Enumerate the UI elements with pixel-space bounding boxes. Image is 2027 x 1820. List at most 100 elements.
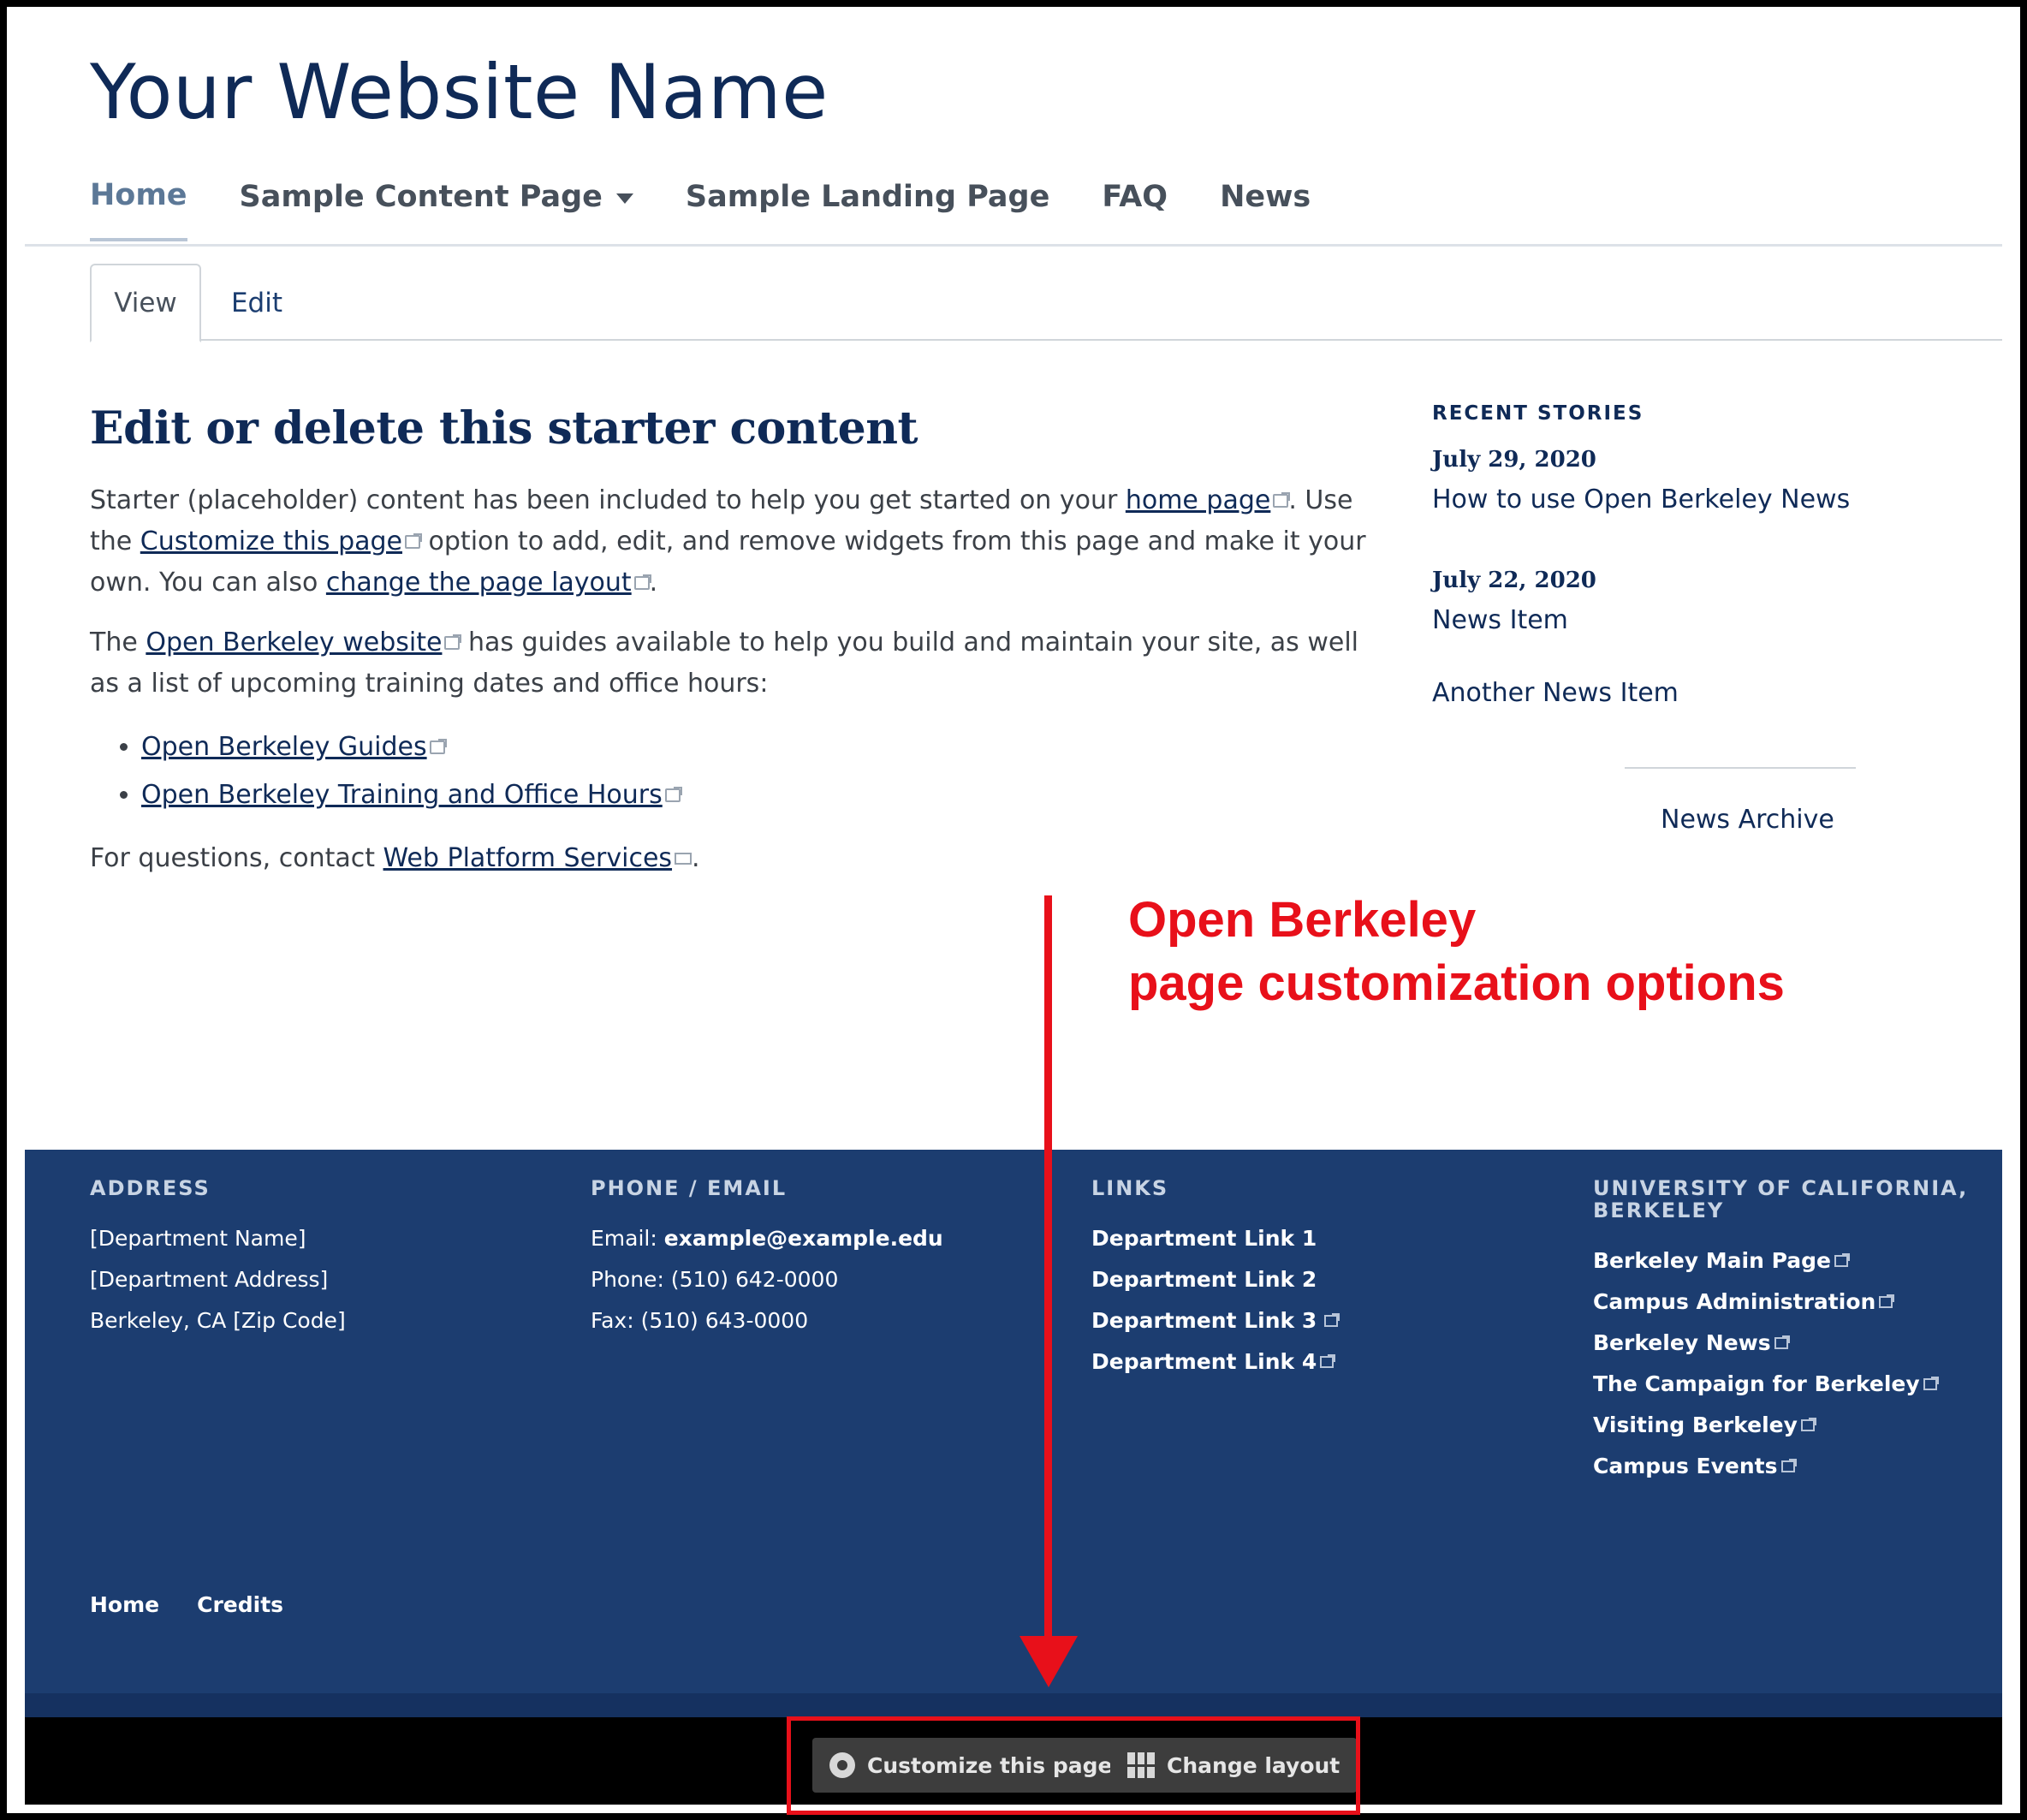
annotation-callout: Open Berkeley page customization options	[1128, 889, 1785, 1015]
story-date: July 22, 2020	[1432, 568, 1596, 593]
nav-item-news[interactable]: News	[1220, 178, 1311, 241]
nav-label: Sample Content Page	[239, 180, 603, 214]
intro-paragraph: Starter (placeholder) content has been i…	[90, 480, 1374, 604]
open-berkeley-guides-link[interactable]: Open Berkeley Guides	[141, 732, 427, 762]
content-heading: Edit or delete this starter content	[90, 402, 918, 455]
address-line: [Department Name]	[90, 1226, 306, 1251]
story-link[interactable]: How to use Open Berkeley News	[1432, 485, 1877, 514]
department-link-4[interactable]: Department Link 4	[1091, 1349, 1317, 1374]
fax-line: Fax: (510) 643-0000	[591, 1308, 809, 1333]
ucb-link-row: Campus Administration	[1593, 1282, 1968, 1323]
contact-paragraph: For questions, contact Web Platform Serv…	[90, 838, 1374, 879]
nav-item-sample-content-page[interactable]: Sample Content Page	[240, 178, 633, 241]
sidebar-heading: RECENT STORIES	[1432, 402, 1644, 425]
list-item: Open Berkeley Training and Office Hours	[141, 771, 1374, 819]
footer-bottom-links: Home Credits	[90, 1585, 283, 1626]
customize-this-page-link[interactable]: Customize this page	[140, 526, 402, 556]
main-nav: Home Sample Content Page Sample Landing …	[90, 178, 1363, 241]
annotation-highlight-box	[787, 1716, 1360, 1815]
footer-heading: PHONE / EMAIL	[591, 1176, 788, 1200]
change-page-layout-link[interactable]: change the page layout	[326, 568, 632, 598]
ucb-link-row: Berkeley Main Page	[1593, 1240, 1968, 1282]
campaign-for-berkeley-link[interactable]: The Campaign for Berkeley	[1593, 1371, 1920, 1396]
story-link[interactable]: News Item	[1432, 605, 1877, 635]
footer-heading: ADDRESS	[90, 1176, 211, 1200]
external-link-icon	[1834, 1253, 1850, 1267]
ucb-link-row: The Campaign for Berkeley	[1593, 1364, 1968, 1405]
visiting-berkeley-link[interactable]: Visiting Berkeley	[1593, 1413, 1798, 1437]
text: .	[692, 843, 700, 873]
external-link-icon	[1324, 1313, 1340, 1327]
page-tabs: View Edit	[90, 264, 2002, 342]
nav-label: FAQ	[1102, 180, 1168, 214]
news-archive-link[interactable]: News Archive	[1661, 805, 1834, 835]
tab-edit[interactable]: Edit	[218, 264, 295, 342]
footer-home-link[interactable]: Home	[90, 1585, 159, 1626]
footer-heading: UNIVERSITY OF CALIFORNIA, BERKELEY	[1593, 1177, 1968, 1222]
web-platform-services-link[interactable]: Web Platform Services	[383, 843, 673, 873]
text: Starter (placeholder) content has been i…	[90, 485, 1126, 515]
footer-address: ADDRESS [Department Name] [Department Ad…	[90, 1177, 346, 1341]
footer-ucb: UNIVERSITY OF CALIFORNIA, BERKELEY Berkel…	[1593, 1177, 1968, 1487]
footer-links: LINKS Department Link 1 Department Link …	[1091, 1176, 1340, 1383]
external-link-icon	[1774, 1335, 1790, 1349]
address-line: [Department Address]	[90, 1267, 329, 1292]
campus-administration-link[interactable]: Campus Administration	[1593, 1289, 1875, 1314]
footer-bottom-strip	[25, 1693, 2002, 1717]
external-link-icon	[1320, 1354, 1336, 1368]
footer-credits-link[interactable]: Credits	[197, 1585, 283, 1626]
ucb-link-row: Berkeley News	[1593, 1323, 1968, 1364]
ucb-link-row: Visiting Berkeley	[1593, 1405, 1968, 1446]
heading-line: BERKELEY	[1593, 1198, 1725, 1222]
sidebar-divider	[1625, 767, 1856, 769]
story-item: July 22, 2020 News Item	[1432, 568, 1877, 635]
nav-item-home[interactable]: Home	[90, 178, 187, 241]
resource-list: Open Berkeley Guides Open Berkeley Train…	[141, 723, 1374, 819]
annotation-arrow	[1044, 895, 1052, 1640]
external-link-icon	[444, 634, 462, 650]
nav-label: News	[1220, 180, 1311, 214]
home-page-link[interactable]: home page	[1126, 485, 1271, 515]
campus-events-link[interactable]: Campus Events	[1593, 1454, 1778, 1478]
department-link-2[interactable]: Department Link 2	[1091, 1259, 1338, 1300]
email-line: Email: example@example.edu	[591, 1218, 943, 1259]
recent-stories-sidebar: RECENT STORIES July 29, 2020 How to use …	[1432, 402, 1877, 835]
nav-item-sample-landing-page[interactable]: Sample Landing Page	[686, 178, 1049, 241]
external-link-icon	[1800, 1418, 1816, 1431]
nav-label: Home	[90, 178, 187, 212]
text: For questions, contact	[90, 843, 383, 873]
caret-down-icon	[615, 193, 633, 204]
story-item: Another News Item	[1432, 678, 1877, 708]
berkeley-news-link[interactable]: Berkeley News	[1593, 1330, 1771, 1355]
main-content: Edit or delete this starter content Star…	[90, 402, 1374, 898]
tab-view[interactable]: View	[90, 264, 201, 342]
site-title[interactable]: Your Website Name	[90, 48, 829, 136]
department-link-1[interactable]: Department Link 1	[1091, 1218, 1338, 1259]
annotation-line: Open Berkeley	[1128, 892, 1477, 948]
department-link-3[interactable]: Department Link 3	[1091, 1308, 1317, 1333]
external-link-icon	[1879, 1294, 1895, 1308]
footer-heading: LINKS	[1091, 1176, 1169, 1200]
external-link-icon	[1273, 492, 1291, 508]
nav-item-faq[interactable]: FAQ	[1102, 178, 1168, 241]
berkeley-main-page-link[interactable]: Berkeley Main Page	[1593, 1248, 1831, 1273]
external-link-icon	[664, 787, 682, 802]
story-link[interactable]: Another News Item	[1432, 678, 1877, 708]
address-line: Berkeley, CA [Zip Code]	[90, 1308, 346, 1333]
email-label: Email:	[591, 1226, 664, 1251]
open-berkeley-website-link[interactable]: Open Berkeley website	[146, 627, 442, 657]
story-item: July 29, 2020 How to use Open Berkeley N…	[1432, 447, 1877, 514]
mail-icon	[675, 853, 693, 865]
department-link-3-row: Department Link 3	[1091, 1300, 1340, 1341]
list-item: Open Berkeley Guides	[141, 723, 1374, 771]
annotation-line: page customization options	[1128, 955, 1785, 1011]
footer-contact: PHONE / EMAIL Email: example@example.edu…	[591, 1177, 943, 1341]
nav-label: Sample Landing Page	[685, 180, 1050, 214]
external-link-icon	[1780, 1459, 1797, 1472]
text: The	[90, 627, 146, 657]
email-link[interactable]: example@example.edu	[664, 1226, 943, 1251]
guides-paragraph: The Open Berkeley website has guides ava…	[90, 622, 1374, 705]
training-office-hours-link[interactable]: Open Berkeley Training and Office Hours	[141, 780, 663, 810]
ucb-link-row: Campus Events	[1593, 1446, 1968, 1487]
heading-line: UNIVERSITY OF CALIFORNIA,	[1593, 1176, 1969, 1200]
